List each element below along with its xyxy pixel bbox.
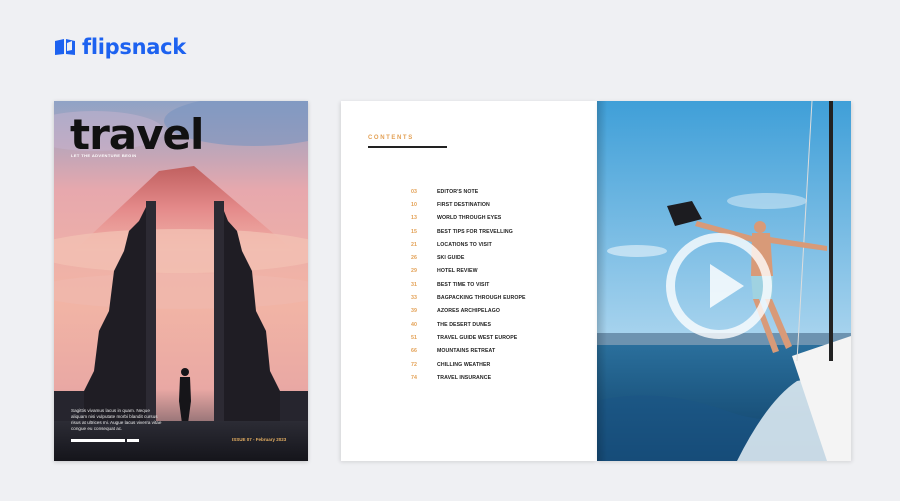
toc-item[interactable]: 66 MOUNTAINS RETREAT: [411, 345, 526, 358]
toc-page-number: 31: [411, 281, 417, 288]
brand-name: flipsnack: [82, 35, 186, 59]
toc-page-number: 03: [411, 188, 417, 195]
magazine-cover[interactable]: travel LET THE ADVENTURE BEGIN Sagittis …: [54, 101, 308, 461]
toc-page-number: 13: [411, 215, 417, 222]
toc-page-number: 10: [411, 201, 417, 208]
toc-title: TRAVEL GUIDE WEST EUROPE: [437, 334, 518, 341]
flipsnack-logo-icon: [55, 39, 75, 55]
toc-item[interactable]: 21 LOCATIONS TO VISIT: [411, 238, 526, 251]
toc-item[interactable]: 51 TRAVEL GUIDE WEST EUROPE: [411, 331, 526, 344]
contents-heading: CONTENTS: [368, 135, 414, 141]
toc-page-number: 21: [411, 241, 417, 248]
cover-decor-bar-small: [127, 439, 139, 442]
toc-item[interactable]: 72 CHILLING WEATHER: [411, 358, 526, 371]
toc-page-number: 29: [411, 268, 417, 275]
toc-page-number: 33: [411, 295, 417, 302]
cover-issue: ISSUE 07 - February 2023: [232, 437, 287, 442]
toc-item[interactable]: 15 BEST TIPS FOR TREVELLING: [411, 225, 526, 238]
toc-title: AZORES ARCHIPELAGO: [437, 308, 500, 315]
video-page[interactable]: [597, 101, 851, 461]
toc-title: HOTEL REVIEW: [437, 268, 478, 275]
flipsnack-logo[interactable]: flipsnack: [54, 35, 186, 59]
toc-title: BAGPACKING THROUGH EUROPE: [437, 295, 526, 302]
toc-page-number: 74: [411, 374, 417, 381]
toc-title: FIRST DESTINATION: [437, 201, 490, 208]
toc-page-number: 40: [411, 321, 417, 328]
toc-title: BEST TIPS FOR TREVELLING: [437, 228, 513, 235]
video-play-button[interactable]: [666, 233, 772, 339]
toc-page-number: 26: [411, 255, 417, 262]
toc-title: CHILLING WEATHER: [437, 361, 491, 368]
toc-item[interactable]: 39 AZORES ARCHIPELAGO: [411, 305, 526, 318]
toc-item[interactable]: 40 THE DESERT DUNES: [411, 318, 526, 331]
cover-decor-bar: [71, 439, 125, 442]
toc-item[interactable]: 31 BEST TIME TO VISIT: [411, 278, 526, 291]
toc-item[interactable]: 74 TRAVEL INSURANCE: [411, 371, 526, 384]
toc-title: SKI GUIDE: [437, 255, 465, 262]
contents-divider: [368, 146, 447, 148]
toc-page-number: 39: [411, 308, 417, 315]
cover-tagline: LET THE ADVENTURE BEGIN: [71, 153, 137, 158]
toc-item[interactable]: 03 EDITOR'S NOTE: [411, 185, 526, 198]
toc-item[interactable]: 29 HOTEL REVIEW: [411, 265, 526, 278]
toc-page-number: 66: [411, 348, 417, 355]
toc-title: BEST TIME TO VISIT: [437, 281, 490, 288]
play-icon: [710, 264, 744, 308]
contents-page[interactable]: CONTENTS 03 EDITOR'S NOTE 10 FIRST DESTINA…: [341, 101, 597, 461]
toc-page-number: 72: [411, 361, 417, 368]
toc-page-number: 51: [411, 334, 417, 341]
toc-item[interactable]: 26 SKI GUIDE: [411, 251, 526, 264]
toc-title: LOCATIONS TO VISIT: [437, 241, 492, 248]
page-gutter-shadow: [597, 101, 607, 461]
toc-item[interactable]: 10 FIRST DESTINATION: [411, 198, 526, 211]
cover-blurb: Sagittis vivamus lacus in quam. Neque al…: [71, 408, 162, 431]
toc-title: MOUNTAINS RETREAT: [437, 348, 496, 355]
toc-title: WORLD THROUGH EYES: [437, 215, 502, 222]
toc-page-number: 15: [411, 228, 417, 235]
table-of-contents: 03 EDITOR'S NOTE 10 FIRST DESTINATION 13 WO…: [411, 185, 526, 384]
toc-item[interactable]: 33 BAGPACKING THROUGH EUROPE: [411, 291, 526, 304]
toc-title: THE DESERT DUNES: [437, 321, 492, 328]
toc-item[interactable]: 13 WORLD THROUGH EYES: [411, 212, 526, 225]
toc-title: TRAVEL INSURANCE: [437, 374, 492, 381]
toc-title: EDITOR'S NOTE: [437, 188, 479, 195]
